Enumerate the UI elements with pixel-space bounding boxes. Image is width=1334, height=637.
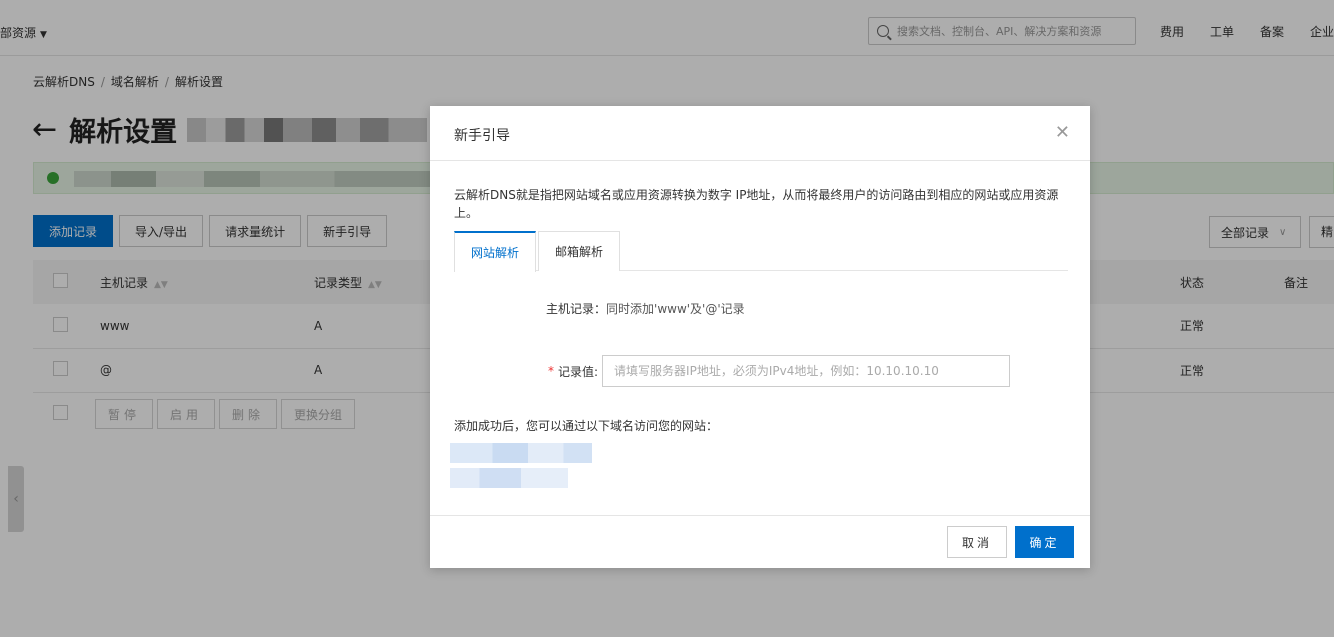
tab-website[interactable]: 网站解析 [454,231,537,272]
required-marker: * [548,364,554,378]
redacted-url [450,468,568,488]
host-record-label: 主机记录： [546,302,607,316]
record-value-input[interactable] [602,355,1011,387]
confirm-button[interactable]: 确定 [1015,526,1074,558]
cancel-button[interactable]: 取消 [947,526,1007,558]
redacted-url [450,443,592,463]
tab-email[interactable]: 邮箱解析 [538,231,621,271]
host-record-value: 同时添加'www'及'@'记录 [606,302,745,316]
dialog-title: 新手引导 [454,128,510,144]
dialog-intro: 云解析DNS就是指把网站域名或应用资源转换为数字 IP地址，从而将最终用户的访问… [454,188,1059,220]
guide-dialog: 新手引导 ✕ 云解析DNS就是指把网站域名或应用资源转换为数字 IP地址，从而将… [430,106,1090,568]
host-record-row: 主机记录：同时添加'www'及'@'记录 [546,300,745,317]
record-value-row: * 记录值: [548,355,1011,387]
success-hint: 添加成功后，您可以通过以下域名访问您的网站： [454,419,719,433]
dialog-tabs: 网站解析 邮箱解析 [454,231,1068,272]
record-value-label: 记录值: [558,364,599,379]
close-icon[interactable]: ✕ [1055,122,1070,143]
